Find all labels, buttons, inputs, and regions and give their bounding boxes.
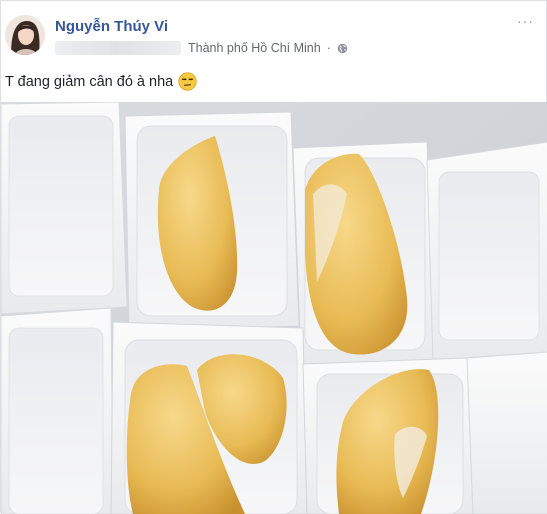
location-link[interactable]: Thành phố Hồ Chí Minh bbox=[188, 41, 321, 55]
unamused-face-emoji-icon bbox=[178, 72, 197, 91]
author-name-link[interactable]: Nguyễn Thúy Vi bbox=[55, 18, 168, 35]
post-meta: Thành phố Hồ Chí Minh · bbox=[55, 40, 348, 56]
post-photo[interactable] bbox=[1, 102, 547, 514]
globe-icon[interactable] bbox=[337, 43, 348, 54]
author-avatar[interactable] bbox=[5, 15, 45, 55]
post-message: T đang giảm cân đó à nha bbox=[5, 72, 197, 91]
avatar-image bbox=[5, 15, 45, 55]
more-options-icon[interactable]: ··· bbox=[517, 13, 534, 29]
post-message-text: T đang giảm cân đó à nha bbox=[5, 73, 174, 90]
durian-photo-image bbox=[1, 102, 547, 514]
meta-separator: · bbox=[326, 41, 331, 55]
blurred-timestamp bbox=[55, 41, 181, 55]
facebook-post: Nguyễn Thúy Vi Thành phố Hồ Chí Minh · ·… bbox=[0, 0, 547, 514]
